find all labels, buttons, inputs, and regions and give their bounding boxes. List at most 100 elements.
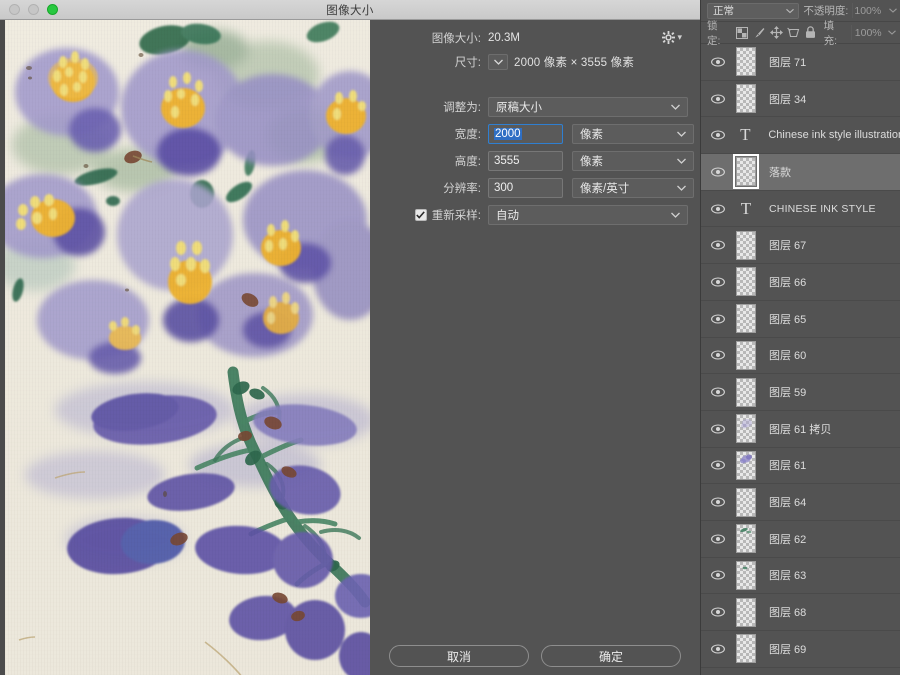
layer-thumbnail-image [736, 524, 756, 554]
eye-visibility-icon[interactable] [707, 387, 729, 397]
fill-chevron-icon[interactable] [887, 30, 898, 35]
layer-row[interactable]: T Chinese ink style illustration [701, 117, 900, 155]
layer-thumbnail[interactable] [731, 487, 761, 518]
layer-row[interactable]: 图层 71 [701, 44, 900, 81]
transparency-checker-icon[interactable] [735, 25, 749, 40]
layer-thumbnail[interactable] [731, 83, 761, 114]
layer-row[interactable]: 图层 60 [701, 338, 900, 375]
eye-visibility-icon[interactable] [707, 497, 729, 507]
eye-visibility-icon[interactable] [707, 277, 729, 287]
thumb-art [740, 454, 752, 464]
width-input[interactable]: 2000 [488, 124, 563, 144]
layer-thumbnail[interactable] [731, 560, 761, 591]
resolution-input[interactable]: 300 [488, 178, 563, 198]
layer-thumbnail[interactable]: T [731, 193, 761, 224]
layer-thumbnail[interactable] [731, 597, 761, 628]
layer-row[interactable]: 图层 67 [701, 227, 900, 265]
fill-input[interactable]: 100% [851, 25, 883, 40]
layer-row[interactable]: 图层 61 [701, 448, 900, 485]
layer-row[interactable]: 图层 59 [701, 374, 900, 411]
layer-thumbnail[interactable] [731, 46, 761, 77]
layer-thumbnail-image [733, 154, 759, 190]
layer-row[interactable]: 图层 64 [701, 484, 900, 521]
resample-checkbox[interactable] [414, 209, 427, 221]
dimensions-dropdown-button[interactable] [488, 54, 508, 70]
layer-thumbnail[interactable] [731, 340, 761, 371]
layer-row[interactable]: 落款 [701, 154, 900, 191]
fill-label: 填充: [823, 19, 838, 47]
eye-visibility-icon[interactable] [707, 607, 729, 617]
layer-thumbnail[interactable] [731, 450, 761, 481]
blend-mode-value: 正常 [713, 5, 734, 17]
lock-glyph [806, 26, 816, 38]
eye-visibility-icon[interactable] [707, 534, 729, 544]
layer-row[interactable]: 图层 62 [701, 521, 900, 558]
blend-mode-select[interactable]: 正常 [707, 2, 800, 19]
layer-thumbnail[interactable]: T [730, 120, 760, 151]
brush-icon[interactable] [752, 25, 766, 40]
height-unit-select[interactable]: 像素 [572, 151, 694, 171]
layer-thumbnail[interactable] [731, 266, 761, 297]
layer-thumbnail[interactable] [731, 230, 761, 261]
layer-row[interactable]: 图层 69 [701, 631, 900, 668]
eye-glyph [711, 57, 725, 67]
layer-list[interactable]: 图层 71 图层 34 T Chinese ink style illustratio… [701, 44, 900, 675]
layer-name: 图层 63 [769, 570, 807, 583]
layer-thumbnail[interactable] [731, 523, 761, 554]
height-unit-value: 像素 [580, 156, 603, 168]
eye-visibility-icon[interactable] [707, 314, 729, 324]
checker-glyph [735, 26, 748, 39]
opacity-input[interactable]: 100% [852, 3, 883, 18]
eye-glyph [711, 204, 725, 214]
cancel-button[interactable]: 取消 [389, 645, 529, 667]
eye-visibility-icon[interactable] [707, 570, 729, 581]
eye-visibility-icon[interactable] [707, 240, 729, 250]
eye-glyph [711, 460, 725, 470]
layer-row[interactable]: 图层 34 [701, 81, 900, 118]
layer-row[interactable]: 图层 65 [701, 301, 900, 338]
eye-visibility-icon[interactable] [707, 204, 729, 214]
layer-thumbnail[interactable] [731, 154, 761, 190]
layer-thumbnail-image [736, 597, 756, 627]
layer-thumbnail[interactable] [731, 633, 761, 664]
move-arrows-icon[interactable] [769, 25, 783, 40]
eye-visibility-icon[interactable] [707, 167, 729, 177]
eye-visibility-icon[interactable] [707, 350, 729, 360]
layer-row[interactable]: 图层 63 [701, 558, 900, 595]
layer-thumbnail[interactable] [731, 413, 761, 444]
layer-thumbnail-image [736, 267, 756, 297]
height-input[interactable]: 3555 [488, 151, 563, 171]
layer-name: 图层 60 [769, 350, 807, 363]
layer-name: 图层 67 [769, 240, 807, 253]
layer-row[interactable]: 图层 66 [701, 264, 900, 301]
lock-icon[interactable] [803, 25, 817, 40]
resolution-unit-select[interactable]: 像素/英寸 [572, 178, 694, 198]
layer-row[interactable]: 图层 68 [701, 594, 900, 631]
thumb-art [741, 419, 752, 429]
eye-visibility-icon[interactable] [707, 644, 729, 654]
window-titlebar: 图像大小 [0, 0, 700, 20]
layer-thumbnail[interactable] [731, 377, 761, 408]
eye-visibility-icon[interactable] [707, 130, 728, 140]
eye-glyph [711, 534, 725, 544]
layers-blend-row: 正常 不透明度: 100% [701, 0, 900, 22]
resample-select[interactable]: 自动 [488, 205, 688, 225]
resample-label: 重新采样: [431, 210, 481, 222]
ok-button[interactable]: 确定 [541, 645, 681, 667]
artboard-icon[interactable] [786, 25, 800, 40]
eye-visibility-icon[interactable] [707, 424, 729, 434]
layer-name: 图层 61 [769, 460, 807, 473]
layer-row[interactable]: 图层 61 拷贝 [701, 411, 900, 448]
eye-visibility-icon[interactable] [707, 57, 729, 67]
eye-visibility-icon[interactable] [707, 93, 729, 104]
eye-visibility-icon[interactable] [707, 460, 729, 470]
layer-thumbnail[interactable] [731, 303, 761, 334]
eye-glyph [711, 387, 725, 397]
opacity-chevron-icon[interactable] [887, 8, 898, 13]
fit-to-value: 原稿大小 [496, 102, 542, 114]
text-layer-icon: T [740, 198, 752, 218]
width-unit-select[interactable]: 像素 [572, 124, 694, 144]
fit-to-select[interactable]: 原稿大小 [488, 97, 688, 117]
layer-name: Chinese ink style illustration [768, 129, 900, 142]
layer-row[interactable]: T CHINESE INK STYLE [701, 191, 900, 228]
